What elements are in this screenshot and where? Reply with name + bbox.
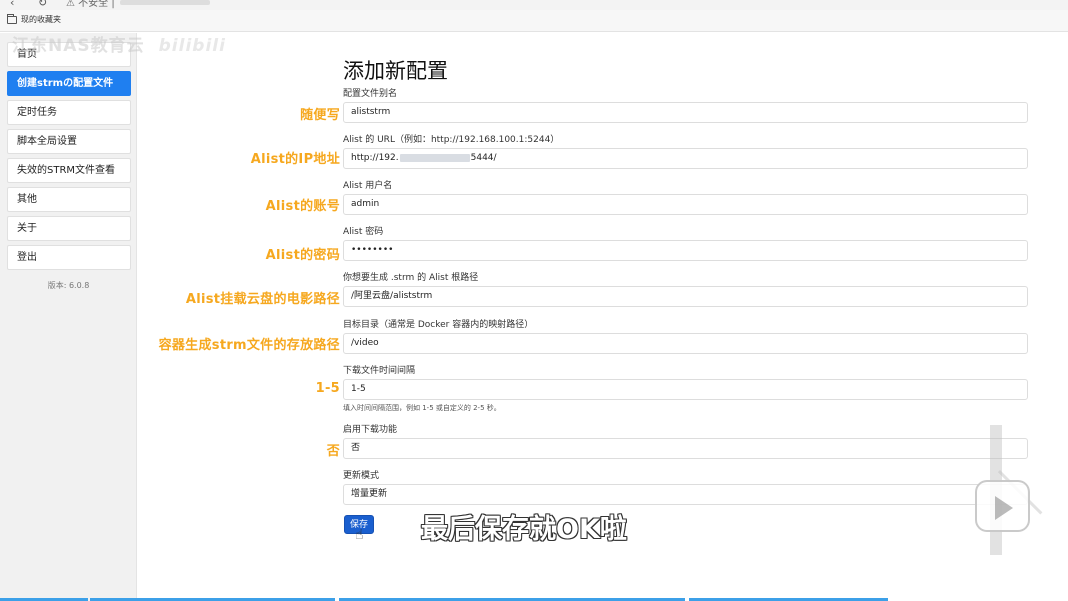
enable-download-label: 启用下载功能 [343, 425, 398, 435]
alist-username-label: Alist 用户名 [343, 181, 393, 191]
blurred-ip [399, 153, 470, 162]
download-interval-label: 下载文件时间间隔 [343, 366, 416, 376]
video-subtitle: 最后保存就OK啦 [421, 514, 627, 545]
play-logo-overlay [975, 480, 1030, 532]
sidebar-item-other[interactable]: 其他 [7, 187, 131, 212]
folder-icon [7, 13, 17, 24]
annotation-enable-download: 否 [326, 444, 340, 459]
alias-input[interactable]: aliststrm [343, 102, 1028, 123]
update-mode-label: 更新模式 [343, 471, 380, 481]
sidebar-item-invalid-strm[interactable]: 失效的STRM文件查看 [7, 158, 131, 183]
alias-label: 配置文件别名 [343, 89, 398, 99]
sidebar: 首页 创建strmの配置文件 定时任务 脚本全局设置 失效的STRM文件查看 其… [0, 33, 137, 601]
address-url-blurred [120, 0, 210, 5]
bookmark-label: 现的收藏夹 [21, 15, 61, 24]
target-dir-label: 目标目录（通常是 Docker 容器内的映射路径） [343, 320, 534, 330]
version-label: 版本: 6.0.8 [47, 281, 90, 290]
address-bar[interactable]: ⚠ 不安全 | [66, 0, 115, 9]
back-icon[interactable]: ‹ [10, 0, 14, 9]
page-title: 添加新配置 [343, 59, 448, 83]
target-dir-input[interactable]: /video [343, 333, 1028, 354]
bookmark-folder[interactable]: 现的收藏夹 [7, 13, 61, 25]
browser-toolbar: ‹ ↻ ⚠ 不安全 | [0, 0, 1068, 10]
annotation-alist-root-path: Alist挂载云盘的电影路径 [185, 292, 340, 307]
alist-password-label: Alist 密码 [343, 227, 384, 237]
annotation-alist-username: Alist的账号 [265, 199, 340, 214]
annotation-target-dir: 容器生成strm文件的存放路径 [158, 338, 340, 353]
annotation-alias: 随便写 [300, 108, 340, 123]
download-interval-input[interactable]: 1-5 [343, 379, 1028, 400]
address-text: 不安全 | [78, 0, 115, 9]
sidebar-item-global-settings[interactable]: 脚本全局设置 [7, 129, 131, 154]
hand-cursor-icon: ☝ [355, 527, 364, 543]
enable-download-select[interactable]: 否 [343, 438, 1028, 459]
lock-warning-icon: ⚠ [66, 0, 75, 9]
update-mode-select[interactable]: 增量更新 [343, 484, 1028, 505]
alist-root-path-label: 你想要生成 .strm 的 Alist 根路径 [343, 273, 479, 283]
alist-username-input[interactable]: admin [343, 194, 1028, 215]
play-icon [995, 496, 1013, 520]
watermark: 江东NAS教育云 bilibili [12, 36, 226, 56]
annotation-alist-url: Alist的IP地址 [250, 152, 340, 167]
reload-icon[interactable]: ↻ [38, 0, 47, 9]
annotation-download-interval: 1-5 [315, 381, 340, 396]
alist-url-input[interactable]: http://192. 5444/ [343, 148, 1028, 169]
bookmarks-bar: 现的收藏夹 [0, 10, 1068, 32]
sidebar-item-scheduled-tasks[interactable]: 定时任务 [7, 100, 131, 125]
alist-url-label: Alist 的 URL（例如：http://192.168.100.1:5244… [343, 135, 560, 145]
alist-password-input[interactable]: •••••••• [343, 240, 1028, 261]
sidebar-item-about[interactable]: 关于 [7, 216, 131, 241]
download-interval-help: 填入时间间隔范围，例如 1-5 或自定义的 2-5 秒。 [343, 404, 501, 412]
alist-root-path-input[interactable]: /阿里云盘/aliststrm [343, 286, 1028, 307]
annotation-alist-password: Alist的密码 [265, 248, 340, 263]
sidebar-item-create-strm-config[interactable]: 创建strmの配置文件 [7, 71, 131, 96]
sidebar-item-logout[interactable]: 登出 [7, 245, 131, 270]
